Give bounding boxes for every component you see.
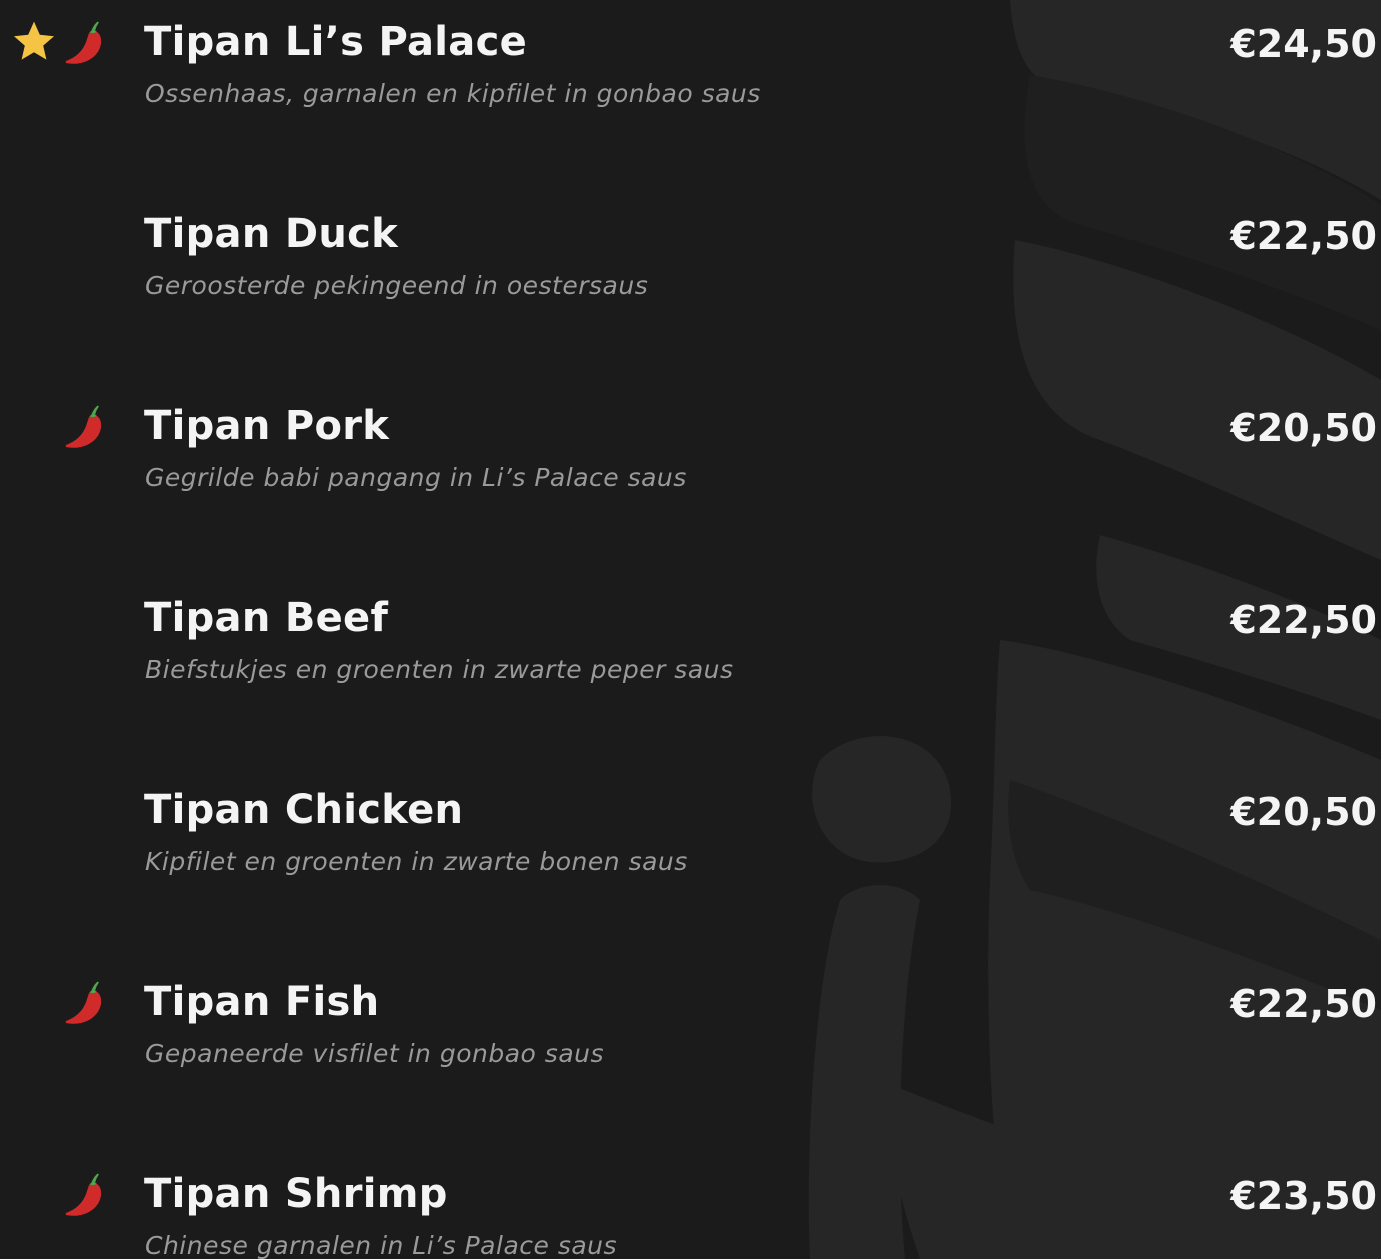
item-name: Tipan Li’s Palace: [144, 19, 528, 65]
item-badges: [10, 1166, 114, 1226]
item-price: €20,50: [1230, 790, 1377, 834]
chili-pepper-icon: [65, 1173, 102, 1216]
item-name: Tipan Fish: [144, 979, 380, 1025]
item-badges: [10, 974, 114, 1034]
menu-item[interactable]: Tipan Shrimp Chinese garnalen in Li’s Pa…: [0, 1162, 1381, 1259]
item-description: Chinese garnalen in Li’s Palace saus: [145, 1231, 618, 1259]
star-icon: [14, 21, 54, 60]
item-price: €24,50: [1230, 22, 1377, 66]
chili-pepper-icon: [65, 981, 102, 1024]
menu-item[interactable]: Tipan Fish Gepaneerde visfilet in gonbao…: [0, 970, 1381, 1120]
menu-item[interactable]: Tipan Beef Biefstukjes en groenten in zw…: [0, 586, 1381, 736]
menu-item[interactable]: Tipan Pork Gegrilde babi pangang in Li’s…: [0, 394, 1381, 544]
item-badges: [10, 206, 114, 266]
item-description: Geroosterde pekingeend in oestersaus: [145, 271, 649, 300]
chili-pepper-icon: [65, 21, 102, 64]
item-badges: [10, 782, 114, 842]
item-price: €22,50: [1230, 982, 1377, 1026]
menu-item[interactable]: Tipan Duck Geroosterde pekingeend in oes…: [0, 202, 1381, 352]
item-description: Gegrilde babi pangang in Li’s Palace sau…: [145, 463, 687, 492]
menu-item[interactable]: Tipan Chicken Kipfilet en groenten in zw…: [0, 778, 1381, 928]
item-price: €20,50: [1230, 406, 1377, 450]
item-price: €22,50: [1230, 214, 1377, 258]
item-badges: [10, 590, 114, 650]
menu-list: Tipan Li’s Palace Ossenhaas, garnalen en…: [0, 0, 1381, 1259]
item-name: Tipan Beef: [144, 595, 389, 641]
item-name: Tipan Chicken: [144, 787, 464, 833]
item-description: Ossenhaas, garnalen en kipfilet in gonba…: [145, 79, 761, 108]
item-name: Tipan Shrimp: [144, 1171, 448, 1217]
item-description: Gepaneerde visfilet in gonbao saus: [145, 1039, 605, 1068]
menu-item[interactable]: Tipan Li’s Palace Ossenhaas, garnalen en…: [0, 10, 1381, 160]
item-badges: [10, 14, 114, 74]
item-description: Kipfilet en groenten in zwarte bonen sau…: [145, 847, 688, 876]
item-price: €22,50: [1230, 598, 1377, 642]
item-badges: [10, 398, 114, 458]
item-description: Biefstukjes en groenten in zwarte peper …: [145, 655, 734, 684]
chili-pepper-icon: [65, 405, 102, 448]
item-price: €23,50: [1230, 1174, 1377, 1218]
item-name: Tipan Duck: [144, 211, 399, 257]
item-name: Tipan Pork: [144, 403, 390, 449]
